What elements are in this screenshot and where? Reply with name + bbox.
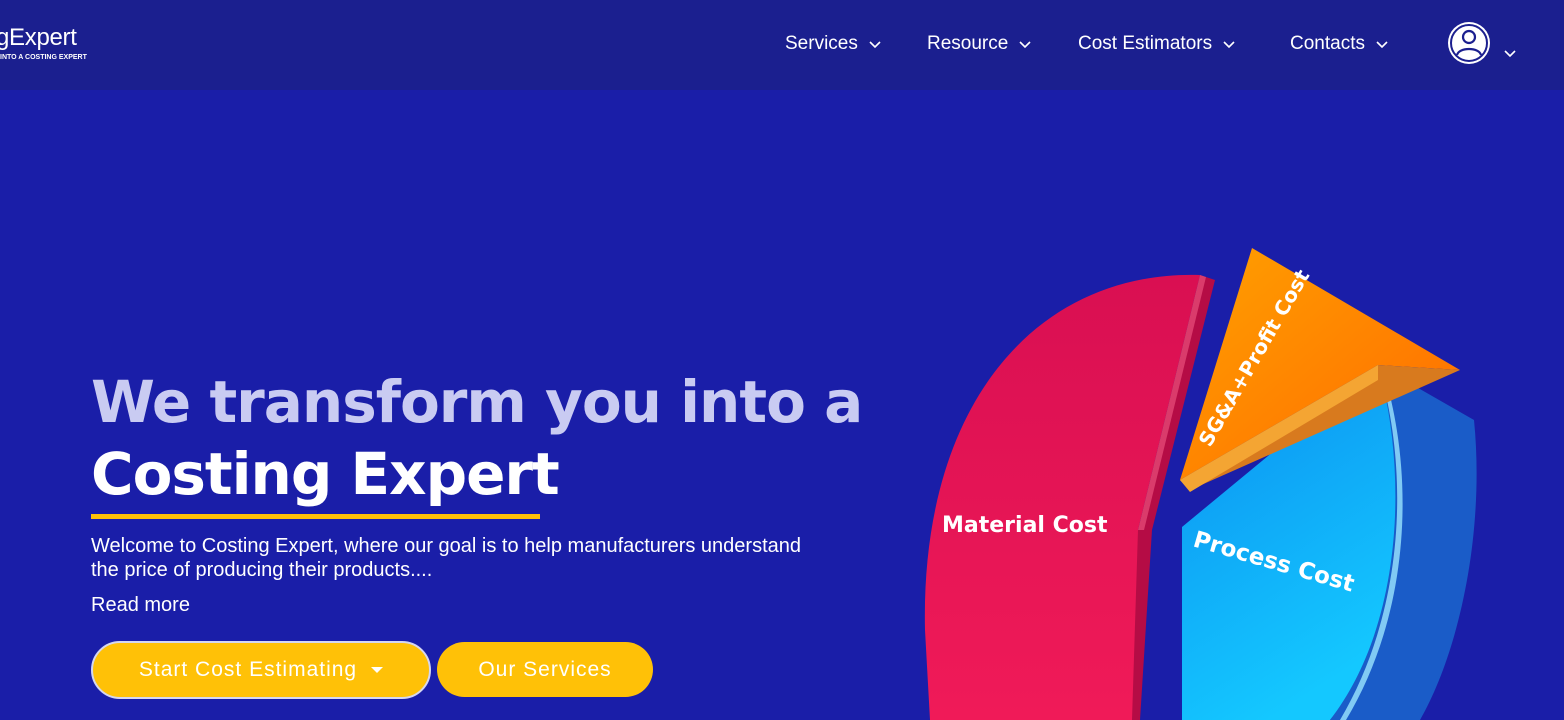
logo-text: gExpert bbox=[0, 24, 77, 51]
nav-item-cost-estimators[interactable]: Cost Estimators bbox=[1078, 30, 1236, 58]
nav-item-label: Resource bbox=[927, 33, 1009, 54]
our-services-label: Our Services bbox=[478, 657, 612, 681]
hero-headline-line1: We transform you into a bbox=[91, 368, 863, 436]
nav-item-label: Contacts bbox=[1290, 33, 1365, 54]
chevron-down-icon bbox=[1019, 41, 1031, 49]
our-services-button[interactable]: Our Services bbox=[437, 642, 653, 697]
user-circle-icon[interactable] bbox=[1446, 20, 1492, 66]
chevron-down-icon[interactable] bbox=[1503, 46, 1517, 60]
cost-breakdown-pie-illustration: Material Cost SG&A+Profit Cost Process C… bbox=[924, 248, 1477, 720]
nav-item-services[interactable]: Services bbox=[785, 30, 882, 58]
top-nav-bar: gExpert INTO A COSTING EXPERT Services R… bbox=[0, 0, 1564, 90]
logo-tagline: INTO A COSTING EXPERT bbox=[0, 54, 87, 61]
nav-item-label: Cost Estimators bbox=[1078, 33, 1213, 54]
material-cost-label: Material Cost bbox=[942, 513, 1108, 538]
chevron-down-icon bbox=[1223, 41, 1235, 49]
start-cost-estimating-label: Start Cost Estimating bbox=[138, 658, 358, 681]
start-cost-estimating-button[interactable]: Start Cost Estimating bbox=[91, 641, 431, 699]
logo[interactable]: gExpert INTO A COSTING EXPERT bbox=[0, 24, 120, 64]
hero-headline-line2: Costing Expert bbox=[91, 440, 560, 508]
read-more-link[interactable]: Read more bbox=[91, 594, 190, 617]
headline-underline bbox=[91, 514, 540, 519]
chevron-down-icon bbox=[1376, 41, 1388, 49]
nav-item-contacts[interactable]: Contacts bbox=[1290, 30, 1389, 58]
nav-item-label: Services bbox=[785, 33, 858, 54]
nav-item-resource[interactable]: Resource bbox=[927, 30, 1032, 58]
caret-down-icon bbox=[371, 667, 384, 673]
hero-description: Welcome to Costing Expert, where our goa… bbox=[91, 535, 801, 581]
page: gExpert INTO A COSTING EXPERT Services R… bbox=[0, 0, 1564, 720]
chevron-down-icon bbox=[869, 41, 881, 49]
